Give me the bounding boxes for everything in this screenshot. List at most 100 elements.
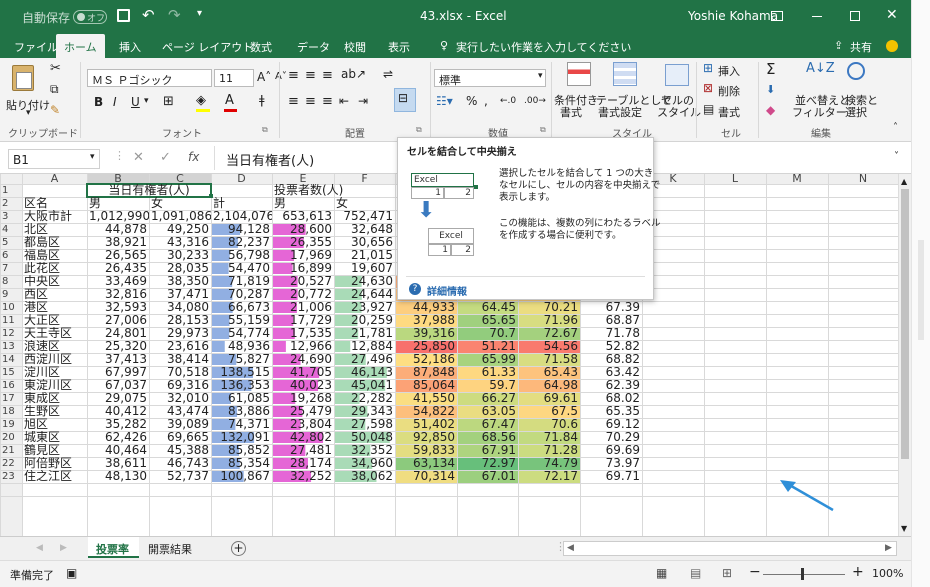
cell-h[interactable]: 67.91 [457, 444, 518, 457]
cell-name[interactable]: 住之江区 [22, 470, 87, 483]
sheet-tab-results[interactable]: 開票結果 [148, 541, 192, 557]
cell-name[interactable]: 東淀川区 [22, 379, 87, 392]
cell-i[interactable]: 64.98 [518, 379, 580, 392]
cell-c[interactable]: 34,080 [149, 301, 211, 314]
fill-color-icon[interactable]: ◈ [196, 93, 206, 108]
cell-i[interactable]: 67.5 [518, 405, 580, 418]
insert-function-icon[interactable]: fx [188, 150, 199, 164]
cell-j[interactable]: 62.39 [580, 379, 642, 392]
next-sheet-icon[interactable]: ▶ [60, 543, 67, 553]
cell-name[interactable]: 大正区 [22, 314, 87, 327]
cell-h[interactable]: 68.56 [457, 431, 518, 444]
cell-e[interactable]: 28,600 [272, 223, 334, 236]
column-header-l[interactable]: L [704, 174, 766, 185]
border-icon[interactable]: ⊞ [163, 94, 174, 109]
cell-b[interactable]: 62,426 [87, 431, 149, 444]
cell-header-row2[interactable]: 女 [149, 197, 211, 210]
cell-j[interactable]: 73.97 [580, 457, 642, 470]
fill-icon[interactable]: ⬇ [766, 83, 775, 96]
cell-name[interactable]: 城東区 [22, 431, 87, 444]
font-color-icon[interactable]: A [225, 93, 234, 108]
user-name[interactable]: Yoshie Kohama [688, 9, 778, 23]
percent-icon[interactable]: % [466, 94, 477, 108]
cell-g[interactable]: 59,833 [395, 444, 457, 457]
cell-f[interactable]: 30,656 [334, 236, 395, 249]
cell-h[interactable]: 65.65 [457, 314, 518, 327]
formula-input[interactable]: 当日有権者(人) [226, 150, 314, 169]
tell-me-input[interactable]: 実行したい作業を入力してください [456, 39, 631, 55]
cell-c[interactable]: 28,153 [149, 314, 211, 327]
cell-name[interactable]: 西区 [22, 288, 87, 301]
cell-f[interactable]: 12,884 [334, 340, 395, 353]
cell-c[interactable]: 39,089 [149, 418, 211, 431]
cell-e[interactable]: 40,023 [272, 379, 334, 392]
cell-e[interactable]: 26,355 [272, 236, 334, 249]
cell-d[interactable]: 2,104,076 [211, 210, 272, 223]
cell-d[interactable]: 54,774 [211, 327, 272, 340]
cell-d[interactable]: 82,237 [211, 236, 272, 249]
cell-g[interactable]: 54,822 [395, 405, 457, 418]
smiley-icon[interactable] [886, 40, 898, 52]
cell-name[interactable]: 北区 [22, 223, 87, 236]
cell-e[interactable]: 17,969 [272, 249, 334, 262]
cell-b1[interactable]: 当日有権者(人) [87, 184, 211, 197]
row-header[interactable]: 5 [0, 236, 22, 249]
align-top-icon[interactable]: ≡ [288, 68, 299, 83]
cut-icon[interactable]: ✂ [50, 61, 61, 76]
add-sheet-icon[interactable]: + [231, 541, 246, 556]
cell-name[interactable]: 港区 [22, 301, 87, 314]
cell-f[interactable]: 22,282 [334, 392, 395, 405]
cell-j[interactable]: 69.69 [580, 444, 642, 457]
row-header[interactable]: 13 [0, 340, 22, 353]
row-header[interactable]: 23 [0, 470, 22, 483]
cell-name[interactable]: 福島区 [22, 249, 87, 262]
cell-g[interactable]: 51,402 [395, 418, 457, 431]
cell-g[interactable]: 87,848 [395, 366, 457, 379]
cell-f[interactable]: 34,960 [334, 457, 395, 470]
cell-f[interactable]: 752,471 [334, 210, 395, 223]
cell-e[interactable]: 16,899 [272, 262, 334, 275]
page-break-view-icon[interactable]: ⊞ [722, 566, 732, 580]
cell-i[interactable]: 70.21 [518, 301, 580, 314]
tooltip-more-info-link[interactable]: 詳細情報 [427, 283, 467, 298]
cell-b[interactable]: 25,320 [87, 340, 149, 353]
delete-cells-button[interactable]: 削除 [718, 83, 740, 99]
cell-g[interactable]: 39,316 [395, 327, 457, 340]
bold-icon[interactable]: B [94, 95, 103, 109]
share-button[interactable]: 共有 [850, 39, 872, 55]
cell-e[interactable]: 653,613 [272, 210, 334, 223]
tab-data[interactable]: データ [297, 39, 330, 55]
row-header[interactable]: 22 [0, 457, 22, 470]
cell-b[interactable]: 27,006 [87, 314, 149, 327]
cell-f[interactable]: 46,143 [334, 366, 395, 379]
row-header[interactable]: 20 [0, 431, 22, 444]
row-header[interactable]: 21 [0, 444, 22, 457]
orientation-icon[interactable]: ab↗ [341, 67, 366, 81]
zoom-level[interactable]: 100% [872, 567, 903, 580]
row-header[interactable]: 16 [0, 379, 22, 392]
cell-c[interactable]: 69,316 [149, 379, 211, 392]
cell-i[interactable]: 71.96 [518, 314, 580, 327]
cell-i[interactable]: 70.6 [518, 418, 580, 431]
cell-i[interactable]: 71.28 [518, 444, 580, 457]
cell-e[interactable]: 32,252 [272, 470, 334, 483]
cell-f[interactable]: 24,630 [334, 275, 395, 288]
italic-icon[interactable]: I [113, 95, 117, 109]
row-header[interactable]: 17 [0, 392, 22, 405]
cell-b[interactable]: 67,997 [87, 366, 149, 379]
cell-j[interactable]: 52.82 [580, 340, 642, 353]
cell-i[interactable]: 69.61 [518, 392, 580, 405]
cancel-icon[interactable]: ✕ [133, 150, 144, 165]
cell-header-row2[interactable]: 区名 [22, 197, 87, 210]
cell-d[interactable]: 75,827 [211, 353, 272, 366]
cell-c[interactable]: 43,316 [149, 236, 211, 249]
cell-i[interactable]: 65.43 [518, 366, 580, 379]
cell-e[interactable]: 42,802 [272, 431, 334, 444]
cell-d[interactable]: 138,515 [211, 366, 272, 379]
cell-e[interactable]: 28,174 [272, 457, 334, 470]
cell-b[interactable]: 33,469 [87, 275, 149, 288]
format-cells-button[interactable]: 書式 [718, 104, 740, 120]
cell-c[interactable]: 45,388 [149, 444, 211, 457]
cell-g[interactable]: 52,186 [395, 353, 457, 366]
row-header[interactable]: 7 [0, 262, 22, 275]
